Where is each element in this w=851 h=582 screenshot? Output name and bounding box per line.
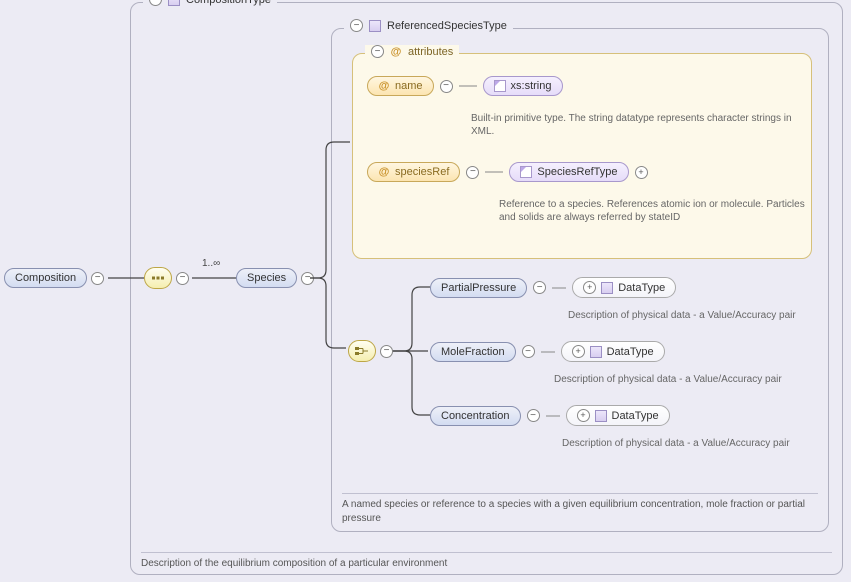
referenced-species-type-header: − ReferencedSpeciesType	[344, 19, 513, 32]
cardinality-label: 1..∞	[202, 258, 220, 269]
concentration-label: Concentration	[441, 410, 510, 422]
attribute-name-type[interactable]: xs:string	[483, 76, 563, 96]
collapse-icon[interactable]: −	[301, 272, 314, 285]
xsd-primitive-icon	[494, 80, 506, 92]
complextype-icon	[369, 20, 381, 32]
referenced-species-type-title: ReferencedSpeciesType	[387, 20, 507, 32]
element-composition[interactable]: Composition	[4, 268, 87, 288]
attr-speciesref-desc: Reference to a species. References atomi…	[499, 198, 811, 224]
element-partialpressure[interactable]: PartialPressure	[430, 278, 527, 298]
partialpressure-label: PartialPressure	[441, 282, 516, 294]
collapse-icon[interactable]: −	[350, 19, 363, 32]
partialpressure-type-label: DataType	[618, 282, 665, 294]
complextype-icon	[590, 346, 602, 358]
expand-icon[interactable]: +	[572, 345, 585, 358]
complextype-icon	[168, 0, 180, 6]
connector-line	[541, 346, 555, 358]
collapse-icon[interactable]: −	[380, 345, 393, 358]
element-species[interactable]: Species	[236, 268, 297, 288]
attribute-name[interactable]: @ name	[367, 76, 434, 96]
expand-icon[interactable]: +	[635, 166, 648, 179]
composition-type-footer: Description of the equilibrium compositi…	[141, 552, 832, 571]
referenced-species-type-panel: − ReferencedSpeciesType − @ attributes @…	[331, 28, 829, 532]
collapse-icon[interactable]: −	[527, 409, 540, 422]
collapse-icon[interactable]: −	[149, 0, 162, 6]
concentration-type-label: DataType	[612, 410, 659, 422]
attr-speciesref-label: speciesRef	[395, 166, 449, 178]
collapse-icon[interactable]: −	[91, 272, 104, 285]
partialpressure-type[interactable]: + DataType	[572, 277, 676, 298]
collapse-icon[interactable]: −	[466, 166, 479, 179]
collapse-icon[interactable]: −	[533, 281, 546, 294]
expand-icon[interactable]: +	[577, 409, 590, 422]
sequence-compositor[interactable]	[144, 267, 172, 289]
xsd-type-icon	[520, 166, 532, 178]
partialpressure-desc: Description of physical data - a Value/A…	[568, 309, 796, 322]
concentration-desc: Description of physical data - a Value/A…	[562, 437, 790, 450]
composition-label: Composition	[15, 272, 76, 284]
attributes-panel: − @ attributes @ name − xs:string Built-…	[352, 53, 812, 259]
attr-name-desc: Built-in primitive type. The string data…	[471, 112, 811, 138]
concentration-type[interactable]: + DataType	[566, 405, 670, 426]
referenced-species-type-footer: A named species or reference to a specie…	[342, 493, 818, 525]
attr-speciesref-type-label: SpeciesRefType	[537, 166, 617, 178]
connector-line	[552, 282, 566, 294]
connector-line	[546, 410, 560, 422]
composition-type-title: CompositionType	[186, 0, 271, 6]
attribute-group-icon: @	[390, 46, 402, 58]
molefraction-desc: Description of physical data - a Value/A…	[554, 373, 782, 386]
element-concentration[interactable]: Concentration	[430, 406, 521, 426]
element-molefraction[interactable]: MoleFraction	[430, 342, 516, 362]
collapse-icon[interactable]: −	[371, 45, 384, 58]
composition-type-header: − CompositionType	[143, 0, 277, 6]
molefraction-label: MoleFraction	[441, 346, 505, 358]
species-label: Species	[247, 272, 286, 284]
molefraction-type-label: DataType	[607, 346, 654, 358]
composition-type-panel: − CompositionType − ReferencedSpeciesTyp…	[130, 2, 843, 575]
attribute-icon: @	[378, 166, 390, 178]
collapse-icon[interactable]: −	[176, 272, 189, 285]
attribute-speciesref[interactable]: @ speciesRef	[367, 162, 460, 182]
attributes-label: attributes	[408, 46, 453, 58]
complextype-icon	[601, 282, 613, 294]
connector-line	[459, 80, 477, 92]
complextype-icon	[595, 410, 607, 422]
molefraction-type[interactable]: + DataType	[561, 341, 665, 362]
attribute-icon: @	[378, 80, 390, 92]
attr-name-label: name	[395, 80, 423, 92]
collapse-icon[interactable]: −	[522, 345, 535, 358]
choice-compositor[interactable]	[348, 340, 376, 362]
expand-icon[interactable]: +	[583, 281, 596, 294]
attribute-speciesref-type[interactable]: SpeciesRefType	[509, 162, 628, 182]
attr-name-type-label: xs:string	[511, 80, 552, 92]
collapse-icon[interactable]: −	[440, 80, 453, 93]
connector-line	[485, 166, 503, 178]
attributes-header: − @ attributes	[365, 45, 459, 58]
